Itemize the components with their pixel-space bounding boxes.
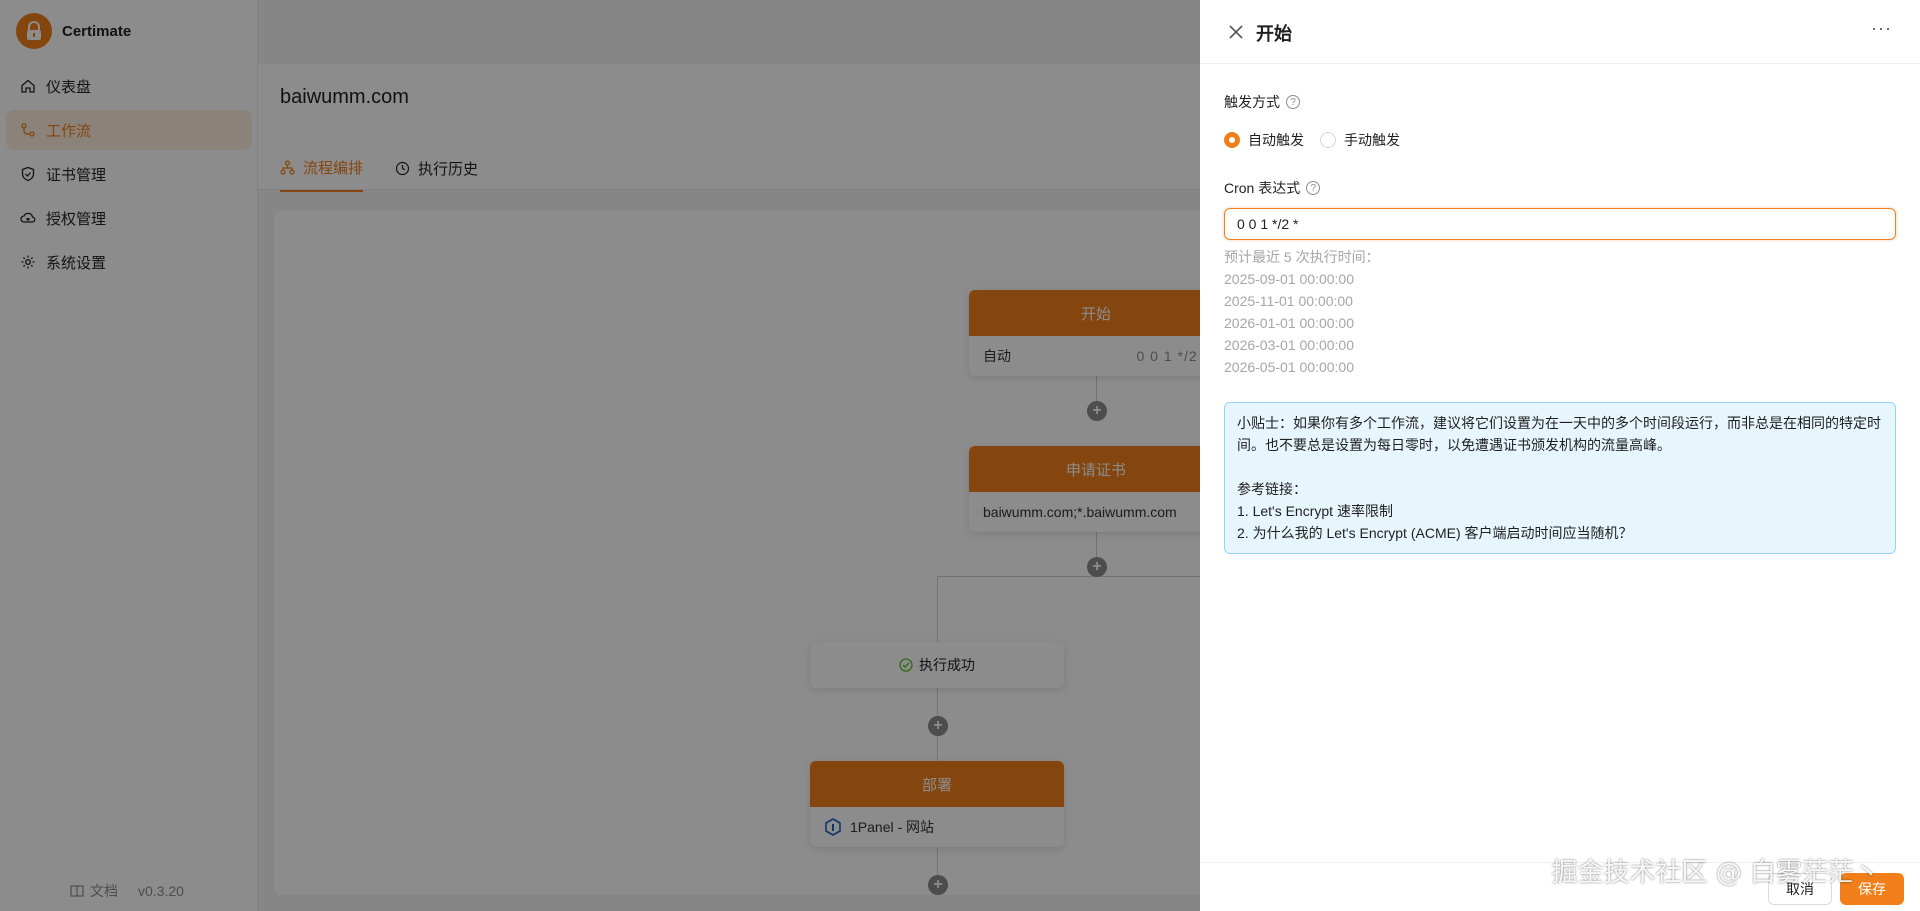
forecast-list: 预计最近 5 次执行时间： 2025-09-01 00:00:00 2025-1…: [1224, 246, 1896, 378]
trigger-radio-group: 自动触发 手动触发: [1224, 130, 1896, 150]
drawer-header: 开始 ···: [1200, 0, 1920, 64]
close-icon[interactable]: [1226, 22, 1246, 42]
radio-manual-trigger[interactable]: 手动触发: [1320, 130, 1400, 150]
drawer-body: 触发方式 ? 自动触发 手动触发 Cron 表达式 ? 预计最近 5 次执行时间…: [1224, 64, 1896, 554]
cron-label: Cron 表达式 ?: [1224, 178, 1896, 198]
forecast-time: 2025-09-01 00:00:00: [1224, 271, 1354, 287]
drawer-title: 开始: [1256, 24, 1292, 44]
watermark: 掘金技术社区 @ 白雾茫茫丶: [1551, 858, 1880, 888]
help-icon[interactable]: ?: [1306, 181, 1321, 195]
forecast-time: 2026-05-01 00:00:00: [1224, 359, 1354, 375]
cron-label-text: Cron 表达式: [1224, 180, 1301, 196]
radio-unchecked-icon[interactable]: [1320, 132, 1336, 148]
tip-alert: 小贴士：如果你有多个工作流，建议将它们设置为在一天中的多个时间段运行，而非总是在…: [1224, 402, 1896, 554]
radio-checked-icon[interactable]: [1224, 132, 1240, 148]
forecast-time: 2025-11-01 00:00:00: [1224, 293, 1353, 309]
start-node-drawer: 开始 ··· 触发方式 ? 自动触发 手动触发 Cron 表达式 ? 预计最近 …: [1200, 0, 1920, 911]
tip-link-random-time[interactable]: 2. 为什么我的 Let's Encrypt (ACME) 客户端启动时间应当随…: [1237, 522, 1883, 544]
radio-auto-trigger[interactable]: 自动触发: [1224, 130, 1304, 150]
trigger-label-text: 触发方式: [1224, 94, 1280, 110]
cron-input[interactable]: [1224, 208, 1896, 240]
tip-text: 小贴士：如果你有多个工作流，建议将它们设置为在一天中的多个时间段运行，而非总是在…: [1237, 415, 1881, 453]
help-icon[interactable]: ?: [1286, 95, 1300, 109]
radio-label: 手动触发: [1344, 132, 1400, 148]
tip-link-rate-limits[interactable]: 1. Let's Encrypt 速率限制: [1237, 500, 1883, 522]
forecast-time: 2026-01-01 00:00:00: [1224, 315, 1354, 331]
forecast-title: 预计最近 5 次执行时间：: [1224, 249, 1380, 265]
radio-label: 自动触发: [1248, 132, 1304, 148]
trigger-label: 触发方式 ?: [1224, 92, 1896, 112]
tip-ref-title: 参考链接：: [1237, 481, 1307, 497]
forecast-time: 2026-03-01 00:00:00: [1224, 337, 1354, 353]
more-icon[interactable]: ···: [1871, 18, 1892, 39]
